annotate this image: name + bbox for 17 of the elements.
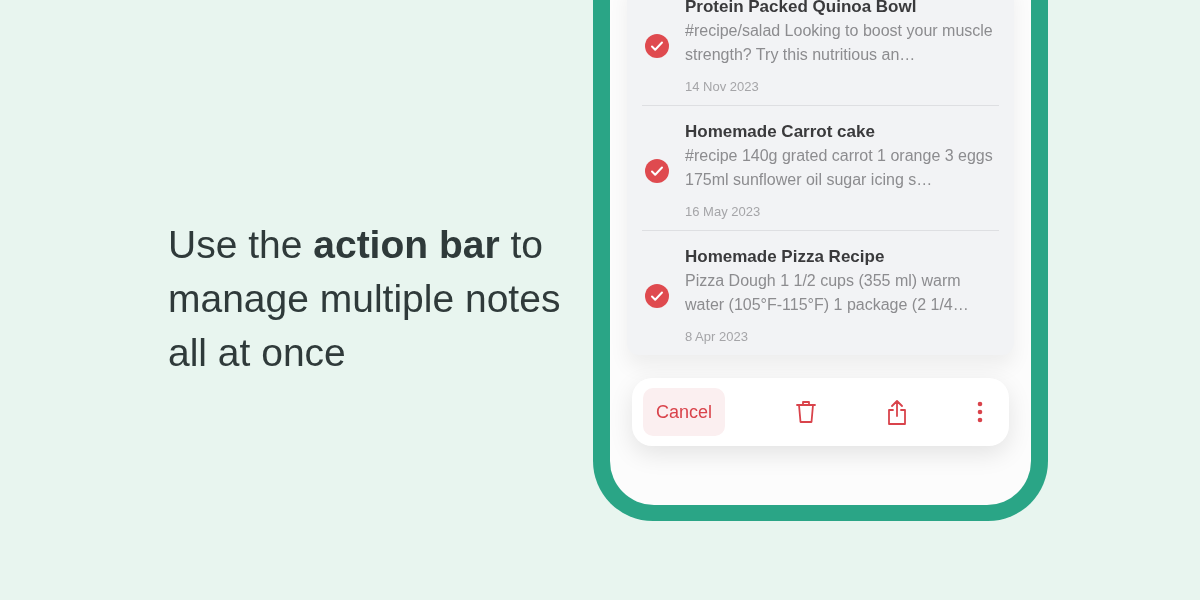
note-snippet: Pizza Dough 1 1/2 cups (355 ml) warm water (105°F-115°F) 1 package (2 1/4… (685, 271, 970, 315)
note-title: Protein Packed Quinoa Bowl (685, 0, 918, 18)
note-snippet: #recipe 140g grated carrot 1 orange 3 eggs 175ml sunflower oil sugar icing s… (685, 146, 994, 190)
note-title: Homemade Pizza Recipe (685, 246, 886, 268)
cancel-button[interactable]: Cancel (643, 388, 726, 436)
trash-icon[interactable] (795, 400, 817, 424)
headline: Use the action bar to manage multiple notes all at once (168, 222, 562, 376)
checked-icon[interactable] (645, 158, 669, 183)
note-title: Homemade Carrot cake (685, 121, 876, 143)
more-icon[interactable] (977, 401, 983, 423)
note-date: 8 Apr 2023 (685, 328, 749, 346)
checked-icon[interactable] (645, 33, 669, 58)
share-icon[interactable] (887, 399, 907, 425)
note-snippet: #recipe/salad Looking to boost your muscle strength? Try this nutritious an… (685, 21, 994, 65)
checked-icon[interactable] (645, 283, 669, 308)
note-date: 14 Nov 2023 (685, 78, 760, 96)
note-date: 16 May 2023 (685, 203, 762, 221)
